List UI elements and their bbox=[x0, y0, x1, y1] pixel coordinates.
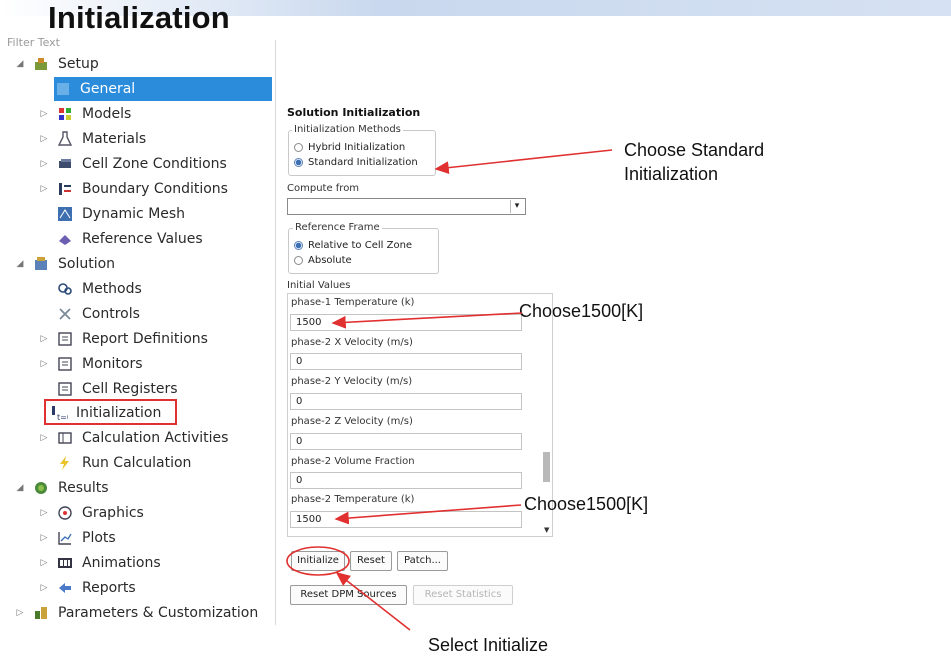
arrow-to-phase2-temp bbox=[334, 504, 522, 525]
arrow-to-standard-radio bbox=[434, 149, 613, 174]
annotation-arrows bbox=[286, 149, 613, 631]
initialize-circle bbox=[286, 546, 350, 576]
arrow-to-initialize bbox=[335, 572, 411, 631]
arrow-to-phase1-temp bbox=[331, 312, 523, 329]
